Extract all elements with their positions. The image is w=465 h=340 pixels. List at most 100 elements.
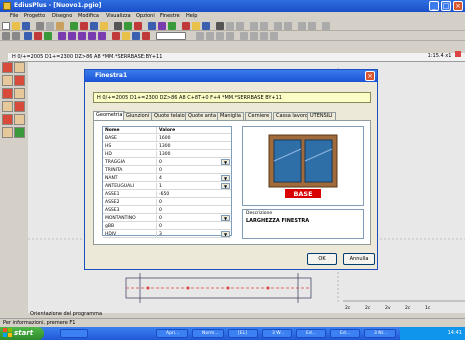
tab-quote-anta[interactable]: Quote anta xyxy=(185,112,220,120)
tool-icon[interactable] xyxy=(168,22,176,30)
cancel-button[interactable]: Annulla xyxy=(343,253,375,265)
start-button[interactable]: start xyxy=(0,327,44,340)
tool-icon[interactable] xyxy=(206,32,214,40)
tab-maniglia[interactable]: Maniglia xyxy=(217,112,244,120)
tool-icon[interactable] xyxy=(14,62,25,73)
menu-progetto[interactable]: Progetto xyxy=(24,13,45,19)
tool-icon[interactable] xyxy=(80,22,88,30)
clock[interactable]: 14:41 xyxy=(448,330,462,336)
tool-icon[interactable] xyxy=(2,101,13,112)
tool-icon[interactable] xyxy=(2,62,13,73)
tool-icon[interactable] xyxy=(2,75,13,86)
tool-icon[interactable] xyxy=(202,22,210,30)
tool-icon[interactable] xyxy=(216,22,224,30)
tool-icon[interactable] xyxy=(142,32,150,40)
grid-row[interactable]: TRINITA 0 xyxy=(103,167,231,174)
tool-icon[interactable] xyxy=(90,22,98,30)
taskbar-item[interactable]: Norm... xyxy=(192,329,224,338)
tool-icon[interactable] xyxy=(68,32,76,40)
grid-row-value[interactable]: 1 xyxy=(159,183,162,190)
menu-visualizza[interactable]: Visualizza xyxy=(106,13,131,19)
tool-icon[interactable] xyxy=(236,22,244,30)
tool-icon[interactable] xyxy=(284,22,292,30)
chevron-down-icon[interactable]: ▼ xyxy=(221,215,230,221)
grid-row[interactable]: ANTEUGUALI 1 ▼ xyxy=(103,183,231,190)
grid-row-value[interactable]: 1300 xyxy=(159,151,170,158)
grid-row-value[interactable]: 1300 xyxy=(159,143,170,150)
tool-icon[interactable] xyxy=(250,32,258,40)
taskbar-item[interactable]: 3 W... xyxy=(262,329,292,338)
taskbar-item[interactable]: [EL] xyxy=(228,329,258,338)
tab-geometria[interactable]: Geometria xyxy=(93,111,126,120)
tool-icon[interactable] xyxy=(226,22,234,30)
tool-icon[interactable] xyxy=(2,114,13,125)
grid-row[interactable]: TRAGGIA 0 ▼ xyxy=(103,159,231,166)
open-icon[interactable] xyxy=(12,22,20,30)
menu-help[interactable]: Help xyxy=(186,13,197,19)
chevron-down-icon[interactable]: ▼ xyxy=(221,159,230,165)
tool-icon[interactable] xyxy=(196,32,204,40)
tool-icon[interactable] xyxy=(14,75,25,86)
chevron-down-icon[interactable]: ▼ xyxy=(221,231,230,237)
tool-icon[interactable] xyxy=(2,127,13,138)
tool-icon[interactable] xyxy=(24,32,32,40)
grid-row-value[interactable]: 0 xyxy=(159,223,162,230)
grid-row-value[interactable]: -650 xyxy=(159,191,169,198)
grid-row[interactable]: ASSE2 0 xyxy=(103,199,231,206)
tool-icon[interactable] xyxy=(14,88,25,99)
grid-row-value[interactable]: 0 xyxy=(159,167,162,174)
minimize-button[interactable]: _ xyxy=(429,1,439,11)
taskbar-item[interactable]: Ed... xyxy=(330,329,360,338)
grid-row[interactable]: MONTANTINO 0 ▼ xyxy=(103,215,231,222)
dialog-title-bar[interactable]: Finestra1 × xyxy=(85,70,377,82)
grid-row[interactable]: gBB 0 xyxy=(103,223,231,230)
grid-row-value[interactable]: 1600 xyxy=(159,135,170,142)
grid-row-value[interactable]: 3 xyxy=(159,231,162,238)
close-button[interactable]: × xyxy=(453,1,463,11)
taskbar-item[interactable] xyxy=(60,329,88,338)
zoom-icon[interactable] xyxy=(455,51,461,57)
grid-row[interactable]: ASSE1 -650 xyxy=(103,191,231,198)
grid-row[interactable]: NANT 4 ▼ xyxy=(103,175,231,182)
zoom-out-icon[interactable] xyxy=(12,32,20,40)
tool-icon[interactable] xyxy=(250,22,258,30)
tool-icon[interactable] xyxy=(148,22,156,30)
grid-row[interactable]: HD 1300 xyxy=(103,151,231,158)
tool-icon[interactable] xyxy=(14,114,25,125)
tool-icon[interactable] xyxy=(100,22,108,30)
layer-select[interactable] xyxy=(156,32,186,40)
tool-icon[interactable] xyxy=(34,32,42,40)
zoom-in-icon[interactable] xyxy=(2,32,10,40)
dialog-close-button[interactable]: × xyxy=(365,71,375,81)
menu-disegno[interactable]: Disegno xyxy=(52,13,72,19)
tool-icon[interactable] xyxy=(260,22,268,30)
grid-row-value[interactable]: 0 xyxy=(159,159,162,166)
tool-icon[interactable] xyxy=(58,32,66,40)
tool-icon[interactable] xyxy=(98,32,106,40)
tool-icon[interactable] xyxy=(78,32,86,40)
grid-row-value[interactable]: 4 xyxy=(159,175,162,182)
ok-button[interactable]: OK xyxy=(307,253,337,265)
tool-icon[interactable] xyxy=(158,22,166,30)
tool-icon[interactable] xyxy=(240,32,248,40)
cut-icon[interactable] xyxy=(36,22,44,30)
grid-row[interactable]: ASSE3 0 xyxy=(103,207,231,214)
tool-icon[interactable] xyxy=(2,88,13,99)
tool-icon[interactable] xyxy=(308,22,316,30)
menu-modifica[interactable]: Modifica xyxy=(78,13,99,19)
save-icon[interactable] xyxy=(22,22,30,30)
tool-icon[interactable] xyxy=(88,32,96,40)
grid-row-value[interactable]: 0 xyxy=(159,199,162,206)
taskbar-item[interactable]: Apri... xyxy=(156,329,188,338)
copy-icon[interactable] xyxy=(46,22,54,30)
tool-icon[interactable] xyxy=(322,22,330,30)
new-icon[interactable] xyxy=(2,22,10,30)
tool-icon[interactable] xyxy=(14,101,25,112)
dialog-code-field[interactable]: H 0/+=2005 D1+=2300 DZ>86 A8 C+8T+0 F+4 … xyxy=(93,92,371,103)
tool-icon[interactable] xyxy=(216,32,224,40)
tool-icon[interactable] xyxy=(274,22,282,30)
menu-finestre[interactable]: Finestre xyxy=(160,13,180,19)
tool-icon[interactable] xyxy=(298,22,306,30)
title-bar[interactable]: EdiusPlus - [Nuovo1.pgio] _ □ × xyxy=(0,0,465,12)
paste-icon[interactable] xyxy=(56,22,64,30)
